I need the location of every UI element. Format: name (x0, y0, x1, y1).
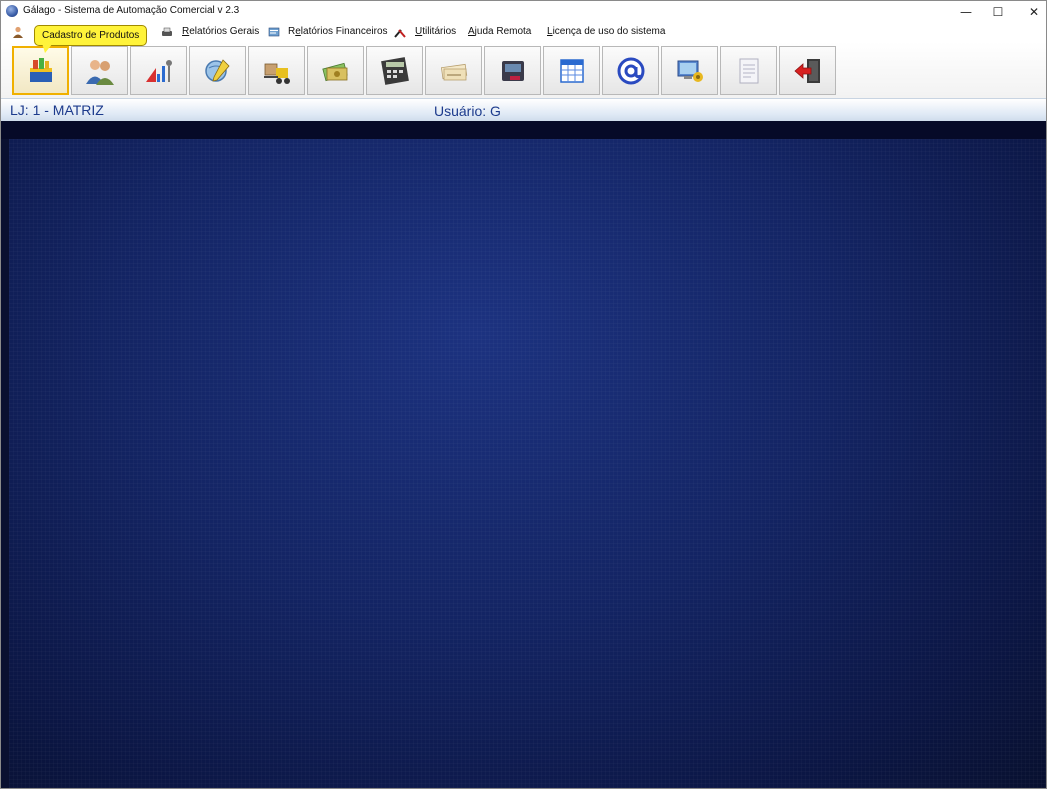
printer-icon (162, 27, 172, 36)
desktop-left-strip (1, 139, 9, 788)
menu-relatorios-financeiros[interactable]: Relatórios Financeiros (288, 26, 388, 37)
spreadsheet-icon (559, 58, 584, 83)
calculator-button[interactable] (366, 46, 423, 95)
window-title: Gálago - Sistema de Automação Comercial … (23, 5, 240, 16)
at-icon (617, 57, 644, 84)
checks-button[interactable] (425, 46, 482, 95)
menu-bar: Relatórios Gerais Relatórios Financeiros… (1, 22, 1046, 42)
globe-pencil-icon (204, 58, 230, 82)
menu-ajuda-remota[interactable]: Ajuda Remota (468, 26, 531, 37)
title-bar: Gálago - Sistema de Automação Comercial … (1, 1, 1046, 22)
close-button[interactable]: ✕ (1015, 1, 1046, 22)
app-window: Gálago - Sistema de Automação Comercial … (0, 0, 1047, 789)
finance-button[interactable] (307, 46, 364, 95)
financial-report-icon (268, 27, 280, 37)
maximize-button[interactable]: ☐ (979, 1, 1017, 22)
desktop-top-strip (1, 121, 1046, 139)
toolbar (1, 42, 1046, 98)
user-label: Usuário: G (434, 103, 501, 119)
pos-terminal-icon (501, 60, 524, 81)
user-icon[interactable] (12, 26, 24, 38)
checks-icon (440, 63, 467, 80)
people-icon (85, 59, 114, 85)
app-logo-icon (6, 5, 18, 17)
sales-button[interactable] (130, 46, 187, 95)
email-button[interactable] (602, 46, 659, 95)
notes-button[interactable] (720, 46, 777, 95)
forklift-icon (263, 63, 290, 84)
status-bar: LJ: 1 - MATRIZ Usuário: G (1, 98, 1046, 121)
pos-button[interactable] (484, 46, 541, 95)
services-button[interactable] (189, 46, 246, 95)
money-icon (321, 62, 348, 81)
menu-licenca[interactable]: Licença de uso do sistema (547, 26, 665, 37)
clients-button[interactable] (71, 46, 128, 95)
exit-button[interactable] (779, 46, 836, 95)
document-icon (739, 58, 758, 83)
menu-relatorios-gerais[interactable]: Relatórios Gerais (182, 26, 259, 37)
menu-utilitarios[interactable]: Utilitários (415, 26, 456, 37)
calendar-button[interactable] (543, 46, 600, 95)
sales-chart-icon (145, 59, 172, 82)
mdi-desktop-area (9, 139, 1046, 788)
remote-button[interactable] (661, 46, 718, 95)
tooltip-tail (42, 43, 53, 53)
tools-icon (394, 29, 406, 38)
store-label: LJ: 1 - MATRIZ (10, 102, 104, 118)
exit-door-icon (793, 58, 820, 83)
products-box-icon (29, 57, 52, 82)
calculator-icon (380, 56, 409, 85)
stock-button[interactable] (248, 46, 305, 95)
products-button[interactable] (12, 46, 69, 95)
monitor-key-icon (677, 60, 703, 82)
